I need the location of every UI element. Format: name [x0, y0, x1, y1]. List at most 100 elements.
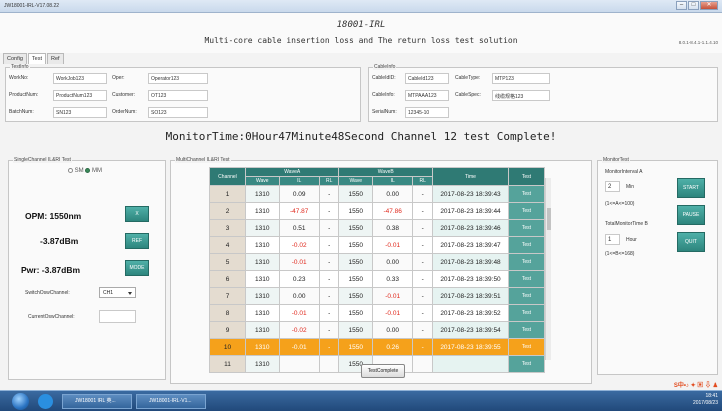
monitor-interval-field[interactable]: 2 — [605, 181, 620, 192]
il1-cell: 0.09 — [278, 185, 320, 203]
current-channel-field[interactable] — [99, 310, 136, 323]
test-info-group: TestInfo WorkNo: WorkJob123 Oper: Operat… — [5, 64, 361, 122]
col-wave: Wave — [338, 176, 373, 186]
channel-cell: 6 — [209, 270, 246, 288]
wave1-cell: 1310 — [245, 253, 280, 271]
row-test-button[interactable]: Test — [508, 270, 545, 288]
test-complete-button[interactable]: TestComplete — [361, 364, 405, 378]
mm-radio[interactable] — [85, 168, 91, 173]
single-channel-group: SingleChannel IL&RI Test SM MM OPM: 1550… — [8, 157, 166, 380]
taskbar-item-2[interactable]: JW18001-IRL-V1... — [136, 394, 206, 409]
oper-label: Oper: — [112, 75, 125, 81]
row-test-button[interactable]: Test — [508, 287, 545, 305]
col-wave: Wave — [245, 176, 280, 186]
col-group-wave2: WaveB — [338, 167, 433, 177]
il1-cell: -47.87 — [278, 202, 320, 220]
time-cell: 2017-08-23 18:39:48 — [432, 253, 509, 271]
il2-cell: -0.01 — [371, 304, 414, 322]
oper-field[interactable]: Operator123 — [148, 73, 208, 84]
row-test-button[interactable]: Test — [508, 355, 545, 373]
wave2-cell: 1550 — [338, 202, 373, 220]
wave2-cell: 1550 — [338, 185, 373, 203]
time-cell: 2017-08-23 18:39:47 — [432, 236, 509, 254]
tab-config[interactable]: Config — [3, 53, 27, 64]
rl1-cell: - — [318, 338, 340, 356]
col-il: IL — [371, 176, 414, 186]
cable-info-label: CableInfo: — [372, 92, 395, 98]
channel-cell: 2 — [209, 202, 246, 220]
order-num-field[interactable]: SO123 — [148, 107, 208, 118]
taskbar-item-1[interactable]: JW18001 IRL 英... — [62, 394, 132, 409]
channel-cell: 1 — [209, 185, 246, 203]
pwr-readout: Pwr: -3.87dBm — [21, 265, 81, 275]
channel-cell: 4 — [209, 236, 246, 254]
monitor-test-group: MonitorTest MonitorInterval A 2 Min (1<=… — [597, 157, 718, 375]
start-button[interactable]: START — [677, 178, 705, 198]
rl2-cell: - — [412, 219, 433, 237]
tab-ref[interactable]: Ref — [47, 53, 64, 64]
window-title: JW18001-IRL-V17.08.22 — [4, 3, 60, 9]
version-label: 8.0.1-8.4.1-1.1.4.10 — [678, 40, 718, 45]
wave1-cell: 1310 — [245, 185, 280, 203]
ime-toolbar[interactable]: S中•♪ ✦ ▣ ⇩ ♟ — [674, 380, 718, 389]
wave1-cell: 1310 — [245, 287, 280, 305]
rl2-cell: - — [412, 304, 433, 322]
close-button[interactable]: ✕ — [700, 1, 718, 10]
row-test-button[interactable]: Test — [508, 185, 545, 203]
mode-button[interactable]: MODE — [125, 260, 149, 276]
il2-cell: -0.01 — [371, 287, 414, 305]
cable-type-field[interactable]: MTP123 — [492, 73, 550, 84]
cable-spec-field[interactable]: 线缆规格123 — [492, 90, 550, 101]
serial-num-field[interactable]: 12345-10 — [405, 107, 449, 118]
quit-button[interactable]: QUIT — [677, 232, 705, 252]
rl2-cell: - — [412, 236, 433, 254]
row-test-button[interactable]: Test — [508, 321, 545, 339]
tab-test[interactable]: Test — [27, 53, 46, 64]
wave2-cell: 1550 — [338, 270, 373, 288]
dbm-readout: -3.87dBm — [40, 236, 79, 246]
cable-info-field[interactable]: MTPAAA123 — [405, 90, 449, 101]
wave1-cell: 1310 — [245, 338, 280, 356]
minimize-button[interactable]: – — [676, 1, 687, 10]
total-time-field[interactable]: 1 — [605, 234, 620, 245]
table-scrollbar[interactable] — [545, 178, 551, 360]
col-rl: RL — [412, 176, 433, 186]
cable-id-field[interactable]: CableId123 — [405, 73, 449, 84]
single-channel-legend: SingleChannel IL&RI Test — [13, 157, 72, 163]
batch-num-label: BatchNum: — [9, 109, 34, 115]
table-row: 6 1310 0.23-1550 0.33-2017-08-23 18:39:50 Te… — [209, 270, 545, 288]
channel-cell: 9 — [209, 321, 246, 339]
product-num-field[interactable]: ProductNum123 — [53, 90, 107, 101]
scrollbar-thumb[interactable] — [547, 208, 551, 230]
row-test-button[interactable]: Test — [508, 304, 545, 322]
il1-cell: -0.01 — [278, 304, 320, 322]
il2-cell: 0.38 — [371, 219, 414, 237]
switch-channel-select[interactable]: CH1 — [99, 287, 136, 298]
customer-field[interactable]: OT123 — [148, 90, 208, 101]
windows-start-icon[interactable] — [12, 393, 29, 410]
monitor-test-legend: MonitorTest — [602, 157, 630, 163]
maximize-button[interactable]: □ — [688, 1, 699, 10]
row-test-button[interactable]: Test — [508, 219, 545, 237]
ref-button[interactable]: REF — [125, 233, 149, 249]
time-cell: 2017-08-23 18:39:52 — [432, 304, 509, 322]
rl2-cell: - — [412, 270, 433, 288]
table-row: 7 1310 0.00-1550 -0.01-2017-08-23 18:39:51 T… — [209, 287, 545, 305]
sm-radio[interactable] — [68, 168, 73, 173]
app-subtitle: Multi-core cable insertion loss and The … — [204, 36, 518, 45]
row-test-button[interactable]: Test — [508, 236, 545, 254]
row-test-button[interactable]: Test — [508, 338, 545, 356]
wave1-cell: 1310 — [245, 202, 280, 220]
x-button[interactable]: X — [125, 206, 149, 222]
cable-info-legend: CableInfo — [373, 64, 397, 70]
pause-button[interactable]: PAUSE — [677, 205, 705, 225]
taskbar: JW18001 IRL 英... JW18001-IRL-V1... 18:41… — [0, 390, 722, 411]
total-time-unit: Hour — [626, 237, 637, 243]
rl2-cell — [412, 355, 433, 373]
row-test-button[interactable]: Test — [508, 202, 545, 220]
row-test-button[interactable]: Test — [508, 253, 545, 271]
ie-icon[interactable] — [38, 394, 53, 409]
monitor-status: MonitorTime:0Hour47Minute48Second Channe… — [165, 130, 557, 143]
batch-num-field[interactable]: SN123 — [53, 107, 107, 118]
work-no-field[interactable]: WorkJob123 — [53, 73, 107, 84]
